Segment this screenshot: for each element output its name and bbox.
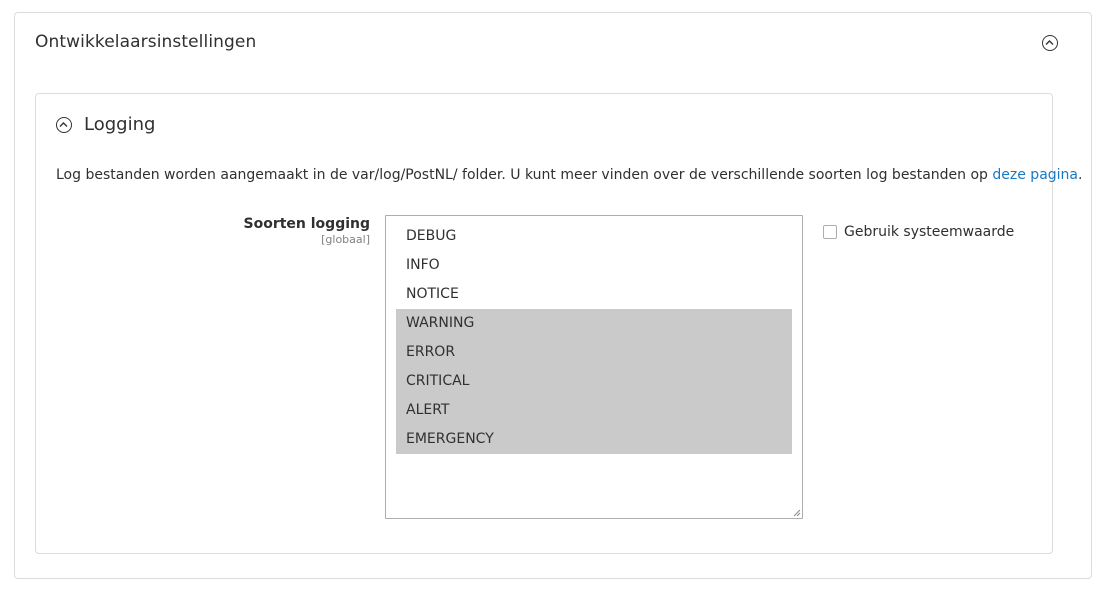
logging-types-multiselect[interactable]: DEBUG INFO NOTICE WARNING ERROR CRITICAL ALERT… xyxy=(385,215,803,519)
group-description: Log bestanden worden aangemaakt in de va… xyxy=(56,167,1082,183)
chevron-up-circle-icon[interactable] xyxy=(1042,35,1058,51)
use-system-value-label: Gebruik systeemwaarde xyxy=(844,224,1015,240)
docs-link[interactable]: deze pagina xyxy=(992,167,1078,183)
logging-group: Logging Log bestanden worden aangemaakt … xyxy=(35,93,1082,554)
option-emergency[interactable]: EMERGENCY xyxy=(396,425,792,454)
resize-grip-icon[interactable] xyxy=(793,509,801,517)
option-debug[interactable]: DEBUG xyxy=(396,222,792,251)
field-label-text: Soorten logging xyxy=(243,216,371,232)
description-text: Log bestanden worden aangemaakt in de va… xyxy=(56,167,988,183)
option-warning[interactable]: WARNING xyxy=(396,309,792,338)
option-info[interactable]: INFO xyxy=(396,251,792,280)
field-label: Soorten logging [globaal] xyxy=(244,216,371,246)
option-error[interactable]: ERROR xyxy=(396,338,792,367)
description-suffix: . xyxy=(1078,167,1083,183)
option-notice[interactable]: NOTICE xyxy=(396,280,792,309)
field-scope: [globaal] xyxy=(321,233,370,246)
use-system-value-checkbox[interactable]: Gebruik systeemwaarde xyxy=(823,224,1014,240)
option-alert[interactable]: ALERT xyxy=(396,396,792,425)
option-critical[interactable]: CRITICAL xyxy=(396,367,792,396)
chevron-up-circle-icon[interactable] xyxy=(56,117,72,133)
checkbox-box[interactable] xyxy=(823,225,837,239)
section-title[interactable]: Ontwikkelaarsinstellingen xyxy=(35,32,256,52)
developer-settings-section: Ontwikkelaarsinstellingen Logging Log be… xyxy=(14,12,1092,579)
group-title[interactable]: Logging xyxy=(84,114,155,135)
